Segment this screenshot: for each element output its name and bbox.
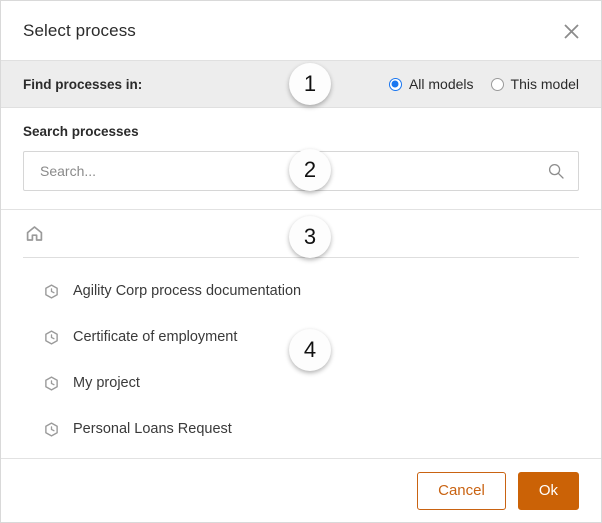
list-item-label: Personal Loans Request: [73, 421, 232, 437]
radio-label-all-models: All models: [408, 76, 474, 92]
search-section: Search processes: [1, 108, 601, 209]
radio-indicator-all-models[interactable]: [388, 77, 402, 91]
scope-radio-group: All models This model: [388, 76, 579, 92]
ok-button[interactable]: Ok: [517, 471, 579, 510]
list-item[interactable]: Agility Corp process documentation: [1, 268, 601, 314]
list-item-label: My project: [73, 375, 140, 391]
process-icon: [43, 375, 59, 391]
process-icon: [43, 283, 59, 299]
search-processes-heading: Search processes: [23, 124, 139, 139]
find-processes-label: Find processes in:: [23, 76, 143, 92]
home-icon[interactable]: [23, 223, 45, 245]
find-processes-bar: Find processes in: All models This model: [1, 60, 601, 108]
dialog-footer: Cancel Ok: [1, 458, 601, 522]
cancel-button[interactable]: Cancel: [417, 471, 506, 510]
process-icon: [43, 329, 59, 345]
process-icon: [43, 421, 59, 437]
radio-option-all-models[interactable]: All models: [388, 76, 474, 92]
dialog-header: Select process: [1, 1, 601, 60]
list-item[interactable]: Personal Loans Request: [1, 406, 601, 452]
process-browser: Agility Corp process documentation Certi…: [1, 209, 601, 458]
list-item-label: Agility Corp process documentation: [73, 283, 302, 299]
radio-label-this-model: This model: [510, 76, 579, 92]
page-title: Select process: [23, 20, 136, 40]
list-item[interactable]: My project: [1, 360, 601, 406]
close-icon[interactable]: [557, 17, 585, 45]
radio-indicator-this-model[interactable]: [490, 77, 504, 91]
search-field-wrapper: [23, 151, 579, 191]
list-item-label: Certificate of employment: [73, 329, 238, 345]
radio-option-this-model[interactable]: This model: [490, 76, 579, 92]
search-input[interactable]: [24, 152, 578, 190]
list-item[interactable]: Certificate of employment: [1, 314, 601, 360]
process-list: Agility Corp process documentation Certi…: [1, 258, 601, 452]
breadcrumb: [1, 210, 601, 257]
select-process-dialog: Select process Find processes in: All mo…: [0, 0, 602, 523]
search-icon[interactable]: [544, 159, 568, 183]
